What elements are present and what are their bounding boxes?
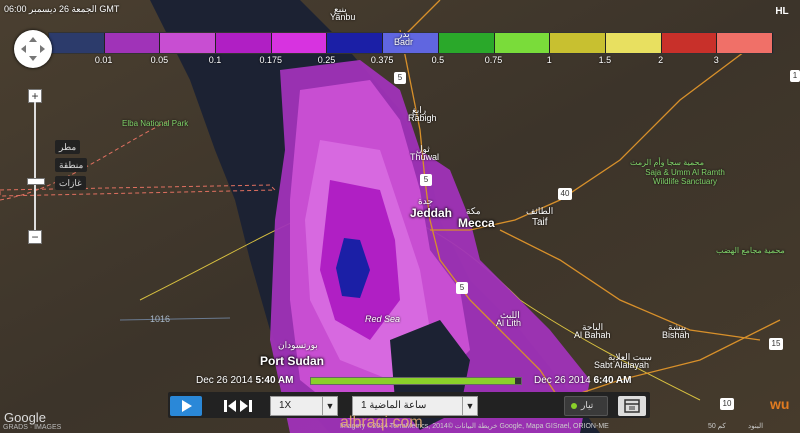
zoom-track[interactable]	[34, 102, 36, 230]
datetime-header: 06:00 الجمعة 26 ديسمبر GMT	[4, 4, 120, 14]
label-hadab-ar: محمية مجامع الهضب	[716, 246, 785, 255]
legend-swatch	[104, 33, 161, 53]
label-depth: 1016	[150, 314, 171, 324]
calendar-icon	[624, 399, 640, 413]
speed-value: 1X	[279, 400, 292, 411]
legend-label: 0.5	[431, 55, 445, 65]
layer-rain[interactable]: مطر	[55, 140, 81, 154]
legend-label: 0.01	[94, 55, 113, 65]
legend-swatch	[160, 33, 217, 53]
pan-arrows-icon	[21, 37, 45, 61]
legend-swatch	[661, 33, 718, 53]
label-yanbu: Yanbu	[330, 12, 356, 22]
legend-swatch	[49, 33, 105, 53]
toggle-label: تيار	[581, 400, 594, 410]
pan-control[interactable]	[14, 30, 52, 68]
legend-label: 0.25	[317, 55, 336, 65]
label-jeddah: Jeddah	[410, 206, 453, 220]
timeline-progress	[311, 378, 515, 384]
terms-link[interactable]: البنود	[748, 422, 763, 430]
label-port-sudan-ar: بورتسودان	[278, 340, 318, 350]
legend-label: 1.5	[598, 55, 612, 65]
step-buttons[interactable]	[220, 396, 256, 416]
label-badr: Badr	[394, 37, 414, 47]
scale-label: 50 كم	[708, 423, 726, 430]
legend-swatch	[494, 33, 551, 53]
timeline-track[interactable]	[310, 377, 522, 385]
label-bishah: Bishah	[662, 330, 690, 340]
range-value: 1 ساعة الماضية	[361, 400, 427, 411]
highway-shield-10: 10	[720, 398, 734, 410]
legend-swatch	[216, 33, 272, 53]
label-elba-park: Elba National Park	[122, 119, 189, 128]
legend-label: 1	[546, 55, 552, 65]
legend-label: 0.175	[259, 55, 283, 65]
highway-shield-5a: 5	[394, 72, 406, 84]
speed-select[interactable]: 1X ▼	[270, 396, 338, 416]
status-dot-icon	[571, 403, 577, 409]
imagery-credit: GRADS · IMAGES	[3, 424, 62, 431]
legend-label: 0.1	[208, 55, 222, 65]
legend-swatch	[717, 33, 773, 53]
layer-gases[interactable]: غازات	[55, 176, 86, 190]
timeline-start: Dec 26 2014 5:40 AM	[196, 375, 294, 386]
highway-shield-1: 1	[790, 70, 800, 82]
zoom-slider-handle[interactable]	[27, 178, 45, 185]
legend-label: 0.75	[484, 55, 503, 65]
legend-swatch	[605, 33, 662, 53]
label-thuwal: Thuwal	[410, 152, 440, 162]
chevron-down-icon: ▼	[462, 397, 477, 415]
skip-icon	[224, 400, 252, 412]
highway-shield-15: 15	[769, 338, 783, 350]
current-toggle[interactable]: تيار	[564, 396, 608, 416]
label-taif-ar: الطائف	[526, 206, 554, 216]
zoom-in-button[interactable]: +	[28, 89, 42, 103]
label-al-lith: Al Lith	[496, 318, 522, 328]
label-taif: Taif	[532, 217, 548, 228]
timeline-end: Dec 26 2014 6:40 AM	[534, 375, 632, 386]
legend-label: 3	[713, 55, 719, 65]
chevron-down-icon: ▼	[322, 397, 337, 415]
watermark: albraqi.com	[340, 414, 423, 431]
zoom-out-button[interactable]: −	[28, 230, 42, 244]
highway-shield-5c: 5	[456, 282, 468, 294]
label-port-sudan: Port Sudan	[260, 354, 325, 368]
legend-label: 2	[658, 55, 664, 65]
brand-logo: wu	[770, 396, 790, 412]
highway-shield-5b: 5	[420, 174, 432, 186]
play-icon	[182, 400, 192, 412]
legend-label: 0.05	[150, 55, 169, 65]
label-al-bahah: Al Bahah	[574, 330, 611, 340]
calendar-button[interactable]	[618, 396, 646, 416]
play-button[interactable]	[170, 396, 202, 416]
range-select[interactable]: 1 ساعة الماضية ▼	[352, 396, 478, 416]
layer-region[interactable]: منطقة	[55, 158, 88, 172]
legend-swatch	[327, 33, 384, 53]
legend-swatch	[550, 33, 606, 53]
highway-shield-40: 40	[558, 188, 572, 200]
label-rabigh: Rabigh	[408, 113, 437, 123]
hl-badge[interactable]: HL	[772, 3, 792, 21]
label-saja-ar: محمية سجا وأم الرمث	[630, 158, 705, 167]
label-saja: Saja & Umm Al Ramth Wildlife Sanctuary	[645, 168, 725, 186]
map-canvas[interactable]	[0, 0, 800, 433]
legend-swatch	[271, 33, 328, 53]
legend-swatch	[438, 33, 495, 53]
label-red-sea: Red Sea	[365, 314, 401, 324]
label-sabt: Sabt Alalayah	[594, 360, 650, 370]
legend-label: 0.375	[370, 55, 394, 65]
google-logo: Google	[4, 410, 46, 425]
label-mecca: Mecca	[458, 216, 495, 230]
